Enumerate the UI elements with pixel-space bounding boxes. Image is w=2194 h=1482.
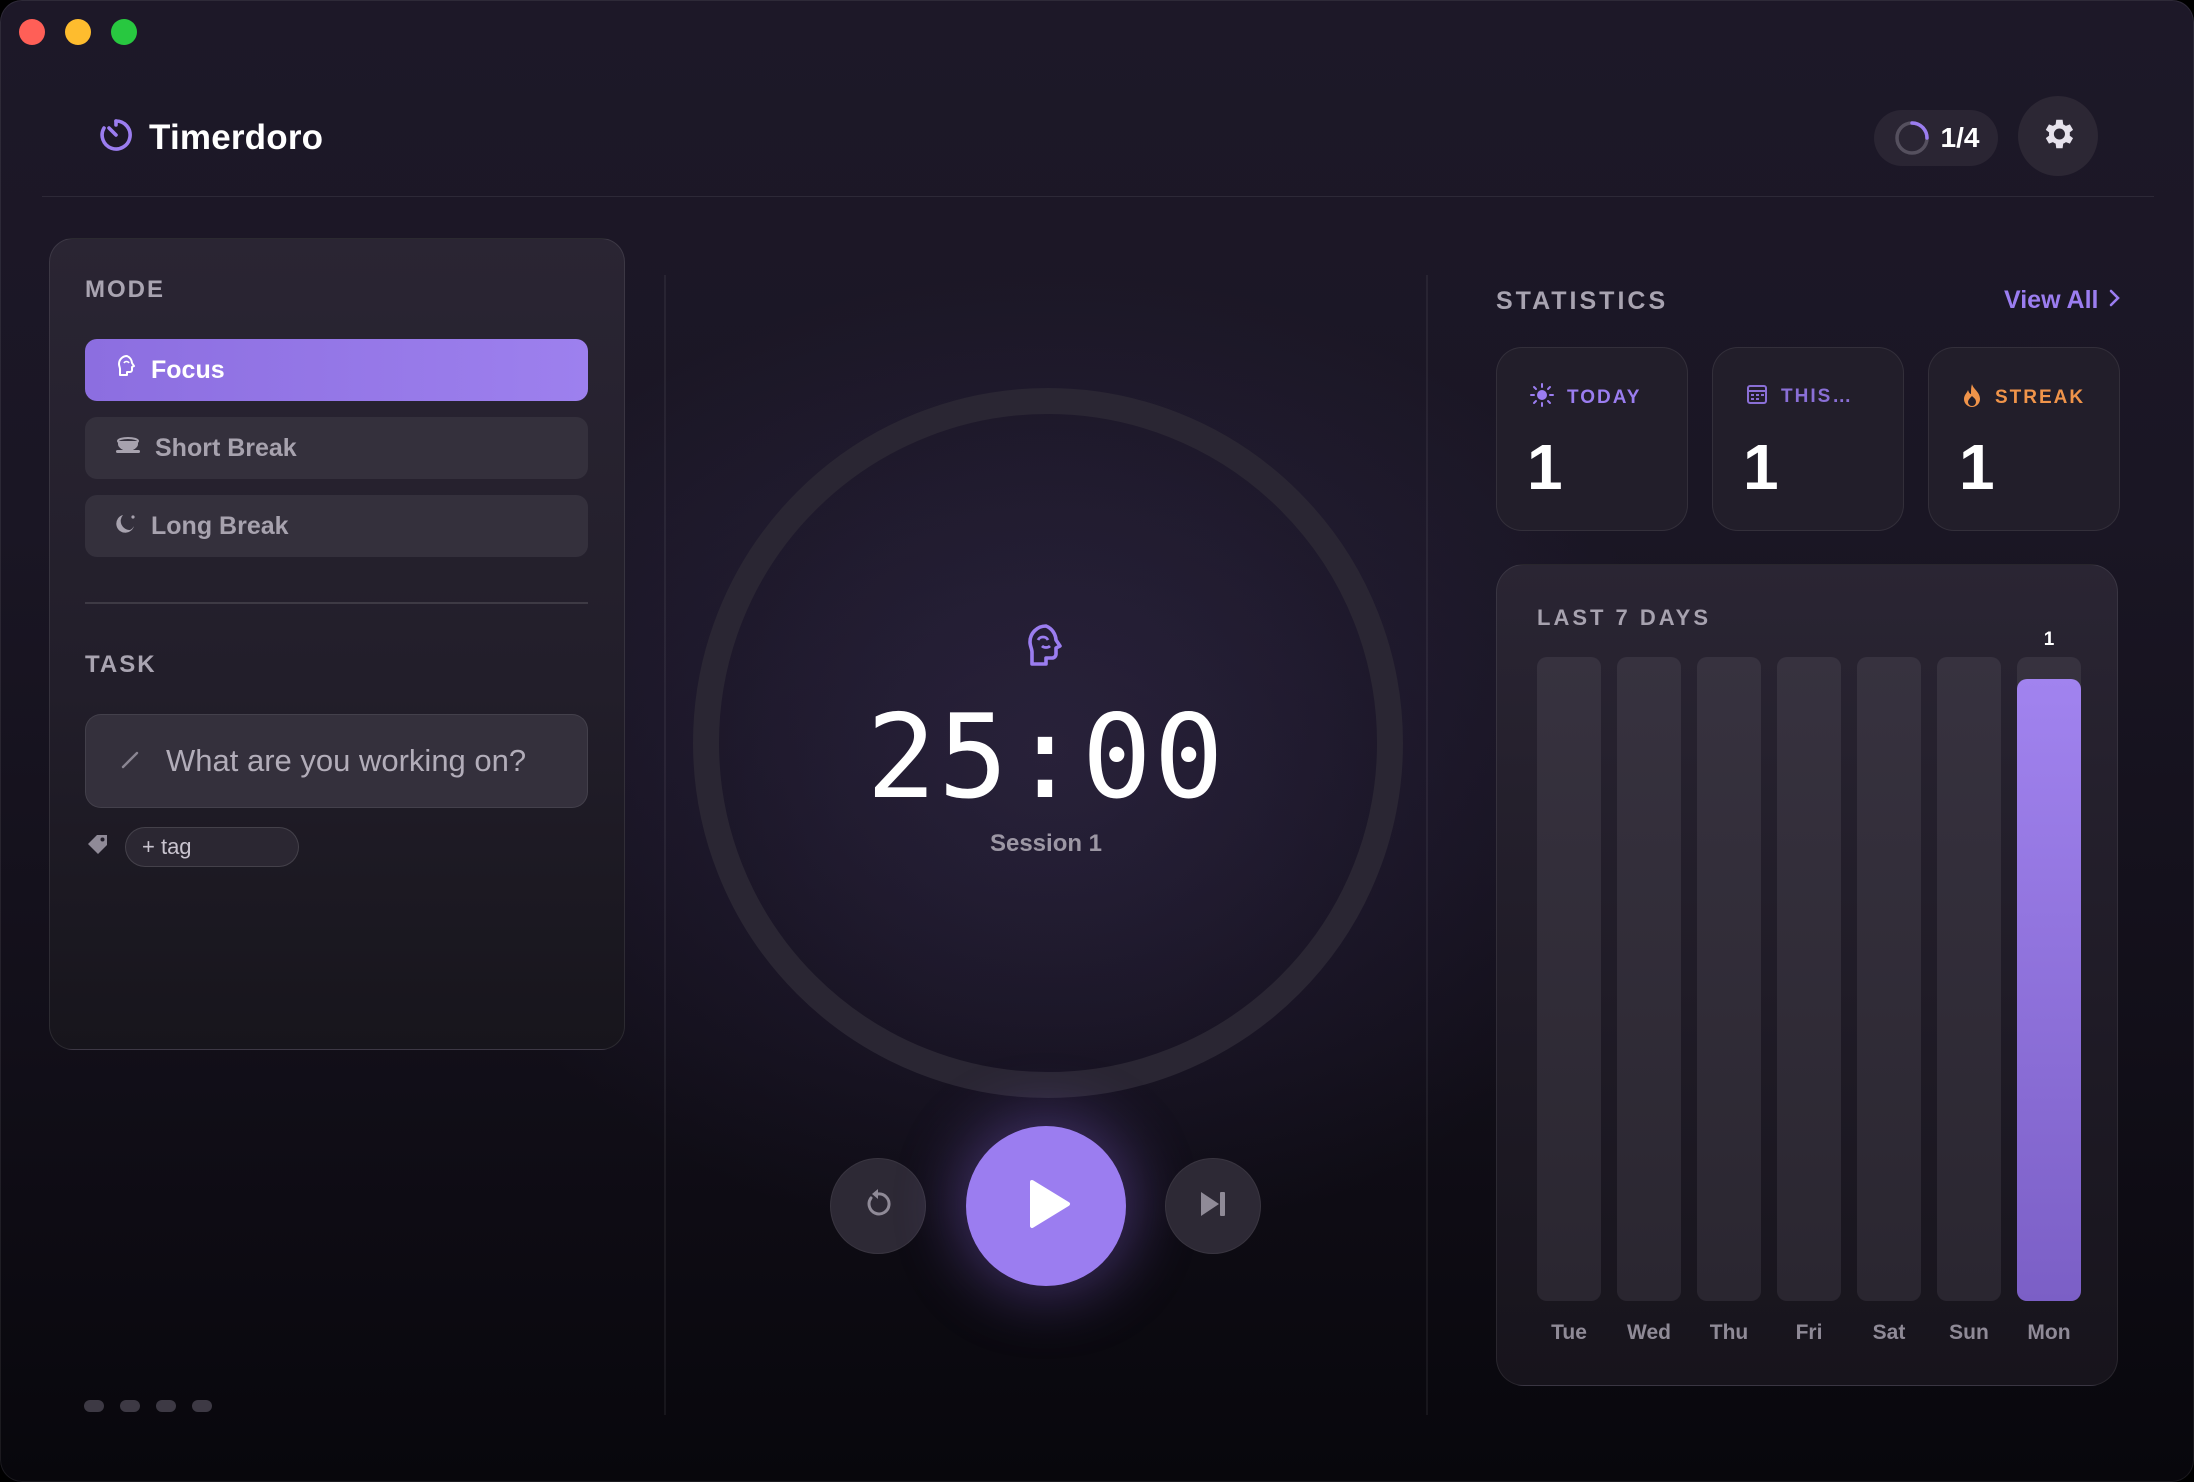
view-all-link[interactable]: View All	[2004, 286, 2122, 315]
cycle-progress-ring	[1894, 121, 1929, 155]
bar-track-thu	[1697, 657, 1761, 1301]
view-all-label: View All	[2004, 286, 2099, 314]
bar-track-fri	[1777, 657, 1841, 1301]
stat-header: TODAY	[1529, 382, 1641, 414]
chart-title: LAST 7 DAYS	[1537, 605, 1712, 630]
column-divider	[664, 275, 666, 1415]
stat-header: THIS…	[1745, 382, 1853, 412]
chevron-right-icon	[2108, 286, 2122, 315]
mode-label: Short Break	[155, 433, 297, 462]
day-label-wed: Wed	[1627, 1321, 1671, 1344]
timer-logo-icon	[97, 116, 135, 159]
stat-label: THIS…	[1781, 386, 1854, 407]
bar-mon	[2017, 679, 2081, 1301]
cycle-count: 1/4	[1940, 122, 1980, 153]
moon-icon	[115, 511, 139, 542]
bar-track-sun	[1937, 657, 2001, 1301]
section-divider	[85, 602, 588, 604]
flame-icon	[1961, 382, 1983, 414]
mode-section-label: MODE	[85, 276, 165, 303]
zoom-window-button[interactable]	[111, 19, 137, 45]
bar-track-tue	[1537, 657, 1601, 1301]
page-dot[interactable]	[156, 1400, 176, 1412]
day-label-sun: Sun	[1949, 1321, 1989, 1344]
reset-button[interactable]	[830, 1158, 926, 1254]
day-label-sat: Sat	[1872, 1321, 1906, 1344]
play-button[interactable]	[966, 1126, 1126, 1286]
mode-short-break-button[interactable]: Short Break	[85, 417, 588, 479]
play-icon	[1018, 1176, 1074, 1237]
minimize-window-button[interactable]	[65, 19, 91, 45]
sun-icon	[1529, 382, 1555, 414]
bar-track-sat	[1857, 657, 1921, 1301]
close-window-button[interactable]	[19, 19, 45, 45]
gear-icon	[2039, 115, 2077, 158]
cycle-indicator[interactable]: 1/4	[1874, 110, 1998, 166]
tag-row: + tag	[85, 827, 299, 867]
app-window: Timerdoro 1/4 MODE Focus Short Break Lon…	[0, 0, 2194, 1482]
page-dot[interactable]	[84, 1400, 104, 1412]
stat-card-streak: STREAK 1	[1928, 347, 2120, 531]
task-input[interactable]	[164, 742, 578, 780]
brain-icon	[115, 354, 139, 387]
stat-card-today: TODAY 1	[1496, 347, 1688, 531]
day-label-thu: Thu	[1709, 1321, 1749, 1344]
stat-value: 1	[1959, 431, 1995, 503]
mode-focus-button[interactable]: Focus	[85, 339, 588, 401]
page-dot[interactable]	[192, 1400, 212, 1412]
coffee-cup-icon	[115, 433, 143, 464]
last-7-days-chart: LAST 7 DAYS Tue Wed Thu Fri Sat Sun 1 Mon	[1496, 564, 2118, 1386]
day-label-fri: Fri	[1795, 1321, 1823, 1344]
day-label-tue: Tue	[1551, 1321, 1587, 1344]
calendar-icon	[1745, 382, 1769, 412]
timer-display: 25:00	[866, 690, 1226, 825]
mode-long-break-button[interactable]: Long Break	[85, 495, 588, 557]
stat-label: STREAK	[1995, 387, 2086, 408]
bar-value-label: 1	[2043, 629, 2055, 650]
stat-label: TODAY	[1567, 387, 1642, 408]
app-title: Timerdoro	[149, 117, 324, 157]
statistics-title: STATISTICS	[1496, 287, 1669, 315]
tag-icon	[85, 832, 111, 863]
skip-forward-icon	[1195, 1186, 1231, 1227]
bar-track-mon	[2017, 657, 2081, 1301]
mode-label: Long Break	[151, 511, 289, 540]
settings-button[interactable]	[2018, 96, 2098, 176]
brain-icon	[1022, 622, 1070, 679]
task-field[interactable]	[85, 714, 588, 808]
reset-icon	[860, 1186, 896, 1227]
mode-label: Focus	[151, 355, 225, 384]
app-header: Timerdoro 1/4	[42, 80, 2154, 197]
left-panel: MODE Focus Short Break Long Break TASK W…	[49, 238, 625, 1050]
brand: Timerdoro	[97, 116, 323, 159]
stat-card-this-week: THIS… 1	[1712, 347, 1904, 531]
page-indicator	[84, 1400, 212, 1412]
day-label-mon: Mon	[2027, 1321, 2071, 1344]
task-section-label: TASK	[85, 651, 157, 678]
stat-header: STREAK	[1961, 382, 2085, 414]
pencil-icon	[120, 748, 142, 775]
session-label: Session 1	[989, 830, 1103, 857]
stat-value: 1	[1527, 431, 1563, 503]
stat-value: 1	[1743, 431, 1779, 503]
add-tag-button[interactable]: + tag	[125, 827, 299, 867]
column-divider	[1426, 275, 1428, 1415]
skip-button[interactable]	[1165, 1158, 1261, 1254]
page-dot[interactable]	[120, 1400, 140, 1412]
bar-track-wed	[1617, 657, 1681, 1301]
